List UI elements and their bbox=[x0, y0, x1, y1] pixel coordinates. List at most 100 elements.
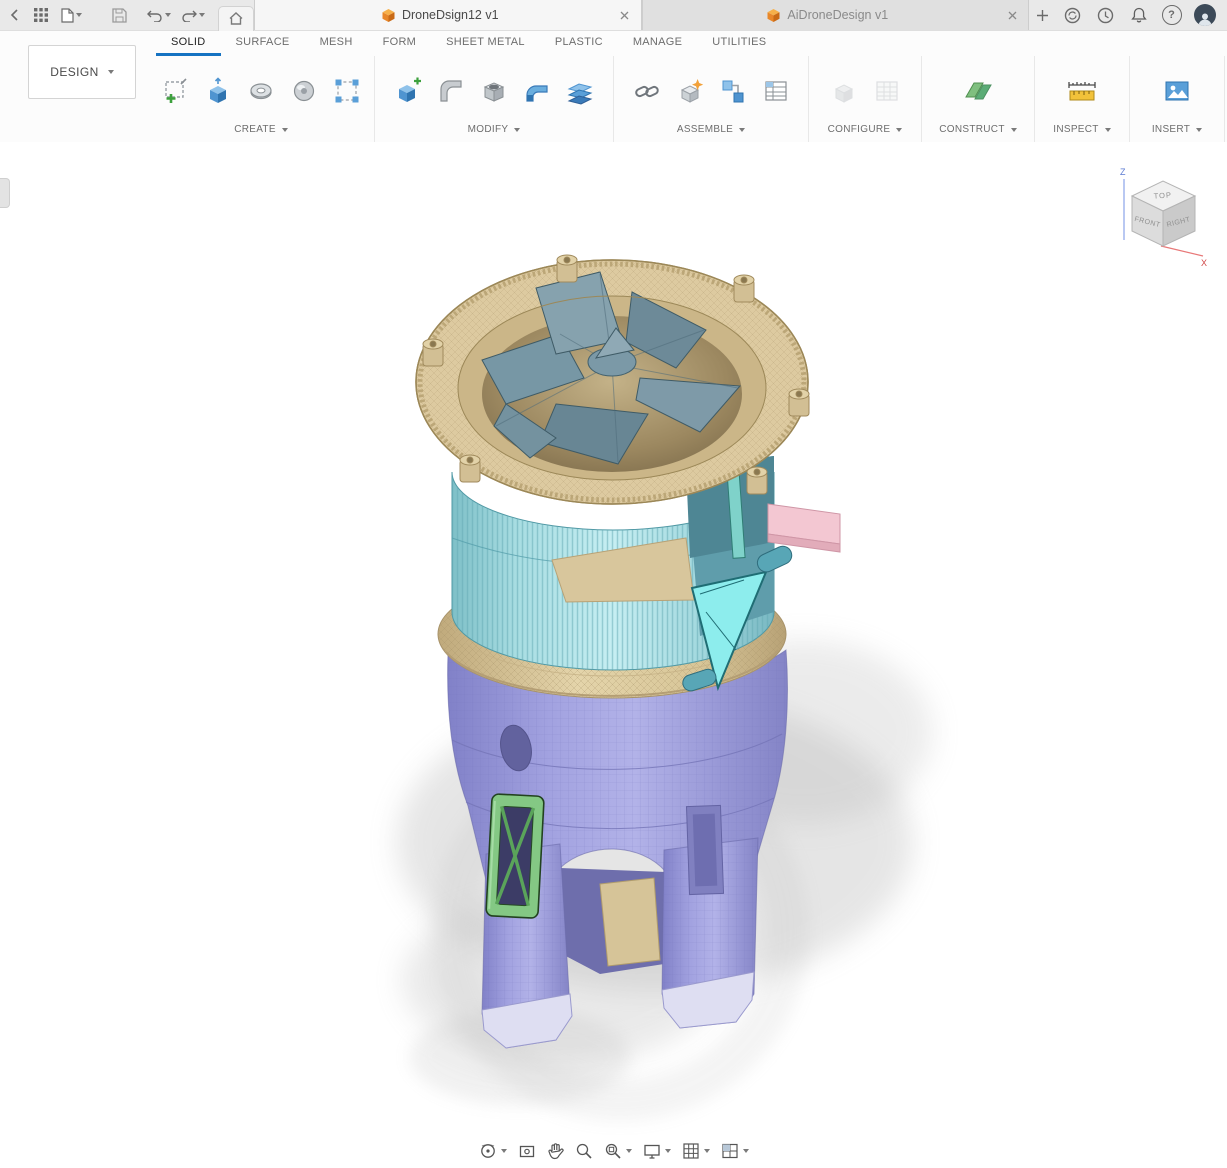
person-icon bbox=[1197, 12, 1213, 26]
dropdown-caret-icon bbox=[1011, 128, 1017, 132]
group-construct: CONSTRUCT bbox=[921, 56, 1034, 142]
viewports-caret-icon bbox=[743, 1149, 749, 1153]
document-tab-inactive[interactable]: AiDroneDesign v1 bbox=[642, 0, 1030, 30]
construct-plane-button[interactable] bbox=[962, 75, 994, 107]
sphere-button[interactable] bbox=[288, 75, 320, 107]
workspace-selector[interactable]: DESIGN bbox=[28, 45, 136, 99]
joint-button[interactable] bbox=[717, 75, 749, 107]
group-assemble-menu[interactable]: ASSEMBLE bbox=[677, 122, 745, 142]
group-inspect-menu[interactable]: INSPECT bbox=[1053, 122, 1110, 142]
group-insert: INSERT bbox=[1129, 56, 1224, 142]
tab-manage[interactable]: MANAGE bbox=[618, 31, 697, 56]
look-at-icon bbox=[518, 1142, 536, 1160]
group-create-menu[interactable]: CREATE bbox=[234, 122, 288, 142]
configuration-table-button[interactable] bbox=[871, 75, 903, 107]
dropdown-caret-icon bbox=[282, 128, 288, 132]
new-tab-button[interactable] bbox=[1029, 0, 1056, 30]
link-button[interactable] bbox=[631, 75, 663, 107]
job-status-button[interactable] bbox=[1056, 0, 1089, 30]
zoom-icon bbox=[575, 1142, 593, 1160]
close-icon bbox=[620, 11, 629, 20]
help-button[interactable]: ? bbox=[1155, 0, 1188, 30]
view-cube[interactable]: Z X TOP FRONT RIGHT bbox=[1115, 164, 1211, 268]
orbit-button[interactable] bbox=[475, 1140, 511, 1162]
redo-icon bbox=[181, 9, 197, 22]
group-construct-menu[interactable]: CONSTRUCT bbox=[939, 122, 1016, 142]
tab-surface[interactable]: SURFACE bbox=[221, 31, 305, 56]
thicken-button[interactable] bbox=[564, 75, 596, 107]
side-hatch-recess bbox=[686, 805, 723, 894]
workspace-label: DESIGN bbox=[50, 65, 98, 79]
combine-button[interactable] bbox=[521, 75, 553, 107]
file-menu-caret-icon bbox=[76, 13, 82, 17]
notifications-button[interactable] bbox=[1122, 0, 1155, 30]
tab-utilities[interactable]: UTILITIES bbox=[697, 31, 781, 56]
workspace-caret-icon bbox=[108, 70, 114, 74]
tab-plastic[interactable]: PLASTIC bbox=[540, 31, 618, 56]
pan-button[interactable] bbox=[543, 1140, 568, 1162]
joint-icon bbox=[719, 77, 747, 105]
tab-solid[interactable]: SOLID bbox=[156, 31, 221, 56]
help-icon: ? bbox=[1162, 5, 1182, 25]
app-grid-button[interactable] bbox=[28, 0, 54, 30]
fit-caret-icon bbox=[626, 1149, 632, 1153]
avatar bbox=[1194, 4, 1216, 26]
bom-button[interactable] bbox=[760, 75, 792, 107]
home-tab-button[interactable] bbox=[218, 6, 254, 31]
tab-close-button[interactable] bbox=[617, 7, 633, 23]
viewports-button[interactable] bbox=[717, 1140, 753, 1162]
shell-button[interactable] bbox=[478, 75, 510, 107]
ribbon-group-row: CREATE bbox=[148, 56, 1227, 142]
construct-plane-icon bbox=[963, 77, 993, 105]
axis-x-label: X bbox=[1201, 258, 1207, 268]
display-settings-button[interactable] bbox=[639, 1141, 675, 1162]
new-component-button[interactable] bbox=[674, 75, 706, 107]
file-menu-button[interactable] bbox=[54, 0, 88, 30]
group-configure: CONFIGURE bbox=[808, 56, 921, 142]
measure-button[interactable] bbox=[1066, 75, 1098, 107]
redo-button[interactable] bbox=[176, 0, 210, 30]
group-configure-menu[interactable]: CONFIGURE bbox=[828, 122, 903, 142]
group-create: CREATE bbox=[148, 56, 374, 142]
bell-icon bbox=[1131, 7, 1147, 24]
create-sketch-button[interactable] bbox=[159, 75, 191, 107]
document-tab-label: DroneDsign12 v1 bbox=[402, 8, 499, 22]
configuration-button[interactable] bbox=[828, 75, 860, 107]
ribbon-main: SOLID SURFACE MESH FORM SHEET METAL PLAS… bbox=[148, 31, 1227, 142]
configuration-icon bbox=[830, 77, 858, 105]
tab-close-button[interactable] bbox=[1004, 7, 1020, 23]
clock-icon bbox=[1097, 7, 1114, 24]
extrude-button[interactable] bbox=[202, 75, 234, 107]
pink-mount-plate[interactable] bbox=[768, 504, 840, 552]
account-button[interactable] bbox=[1188, 0, 1221, 30]
back-button[interactable] bbox=[2, 0, 28, 30]
grid-snap-button[interactable] bbox=[678, 1140, 714, 1162]
press-pull-icon bbox=[394, 77, 422, 105]
tab-sheet-metal[interactable]: SHEET METAL bbox=[431, 31, 540, 56]
group-insert-menu[interactable]: INSERT bbox=[1152, 122, 1202, 142]
document-tab-active[interactable]: DroneDsign12 v1 bbox=[254, 0, 642, 30]
dropdown-caret-icon bbox=[1105, 128, 1111, 132]
recent-activity-button[interactable] bbox=[1089, 0, 1122, 30]
fit-button[interactable] bbox=[600, 1140, 636, 1162]
group-inspect: INSPECT bbox=[1034, 56, 1129, 142]
viewport-canvas[interactable]: Z X TOP FRONT RIGHT bbox=[0, 142, 1227, 1168]
zoom-button[interactable] bbox=[571, 1140, 597, 1162]
model-drone-assembly[interactable] bbox=[0, 142, 1227, 1168]
fan-duct[interactable] bbox=[416, 255, 809, 504]
revolve-icon bbox=[247, 77, 275, 105]
save-button[interactable] bbox=[106, 0, 132, 30]
look-at-button[interactable] bbox=[514, 1140, 540, 1162]
tab-form[interactable]: FORM bbox=[368, 31, 432, 56]
insert-button[interactable] bbox=[1161, 75, 1193, 107]
pattern-button[interactable] bbox=[331, 75, 363, 107]
navigation-bar bbox=[475, 1140, 753, 1162]
extrude-icon bbox=[204, 77, 232, 105]
undo-button[interactable] bbox=[142, 0, 176, 30]
press-pull-button[interactable] bbox=[392, 75, 424, 107]
group-modify-menu[interactable]: MODIFY bbox=[468, 122, 521, 142]
fillet-button[interactable] bbox=[435, 75, 467, 107]
ribbon-toolbar: DESIGN SOLID SURFACE MESH FORM SHEET MET… bbox=[0, 31, 1227, 143]
revolve-button[interactable] bbox=[245, 75, 277, 107]
tab-mesh[interactable]: MESH bbox=[305, 31, 368, 56]
